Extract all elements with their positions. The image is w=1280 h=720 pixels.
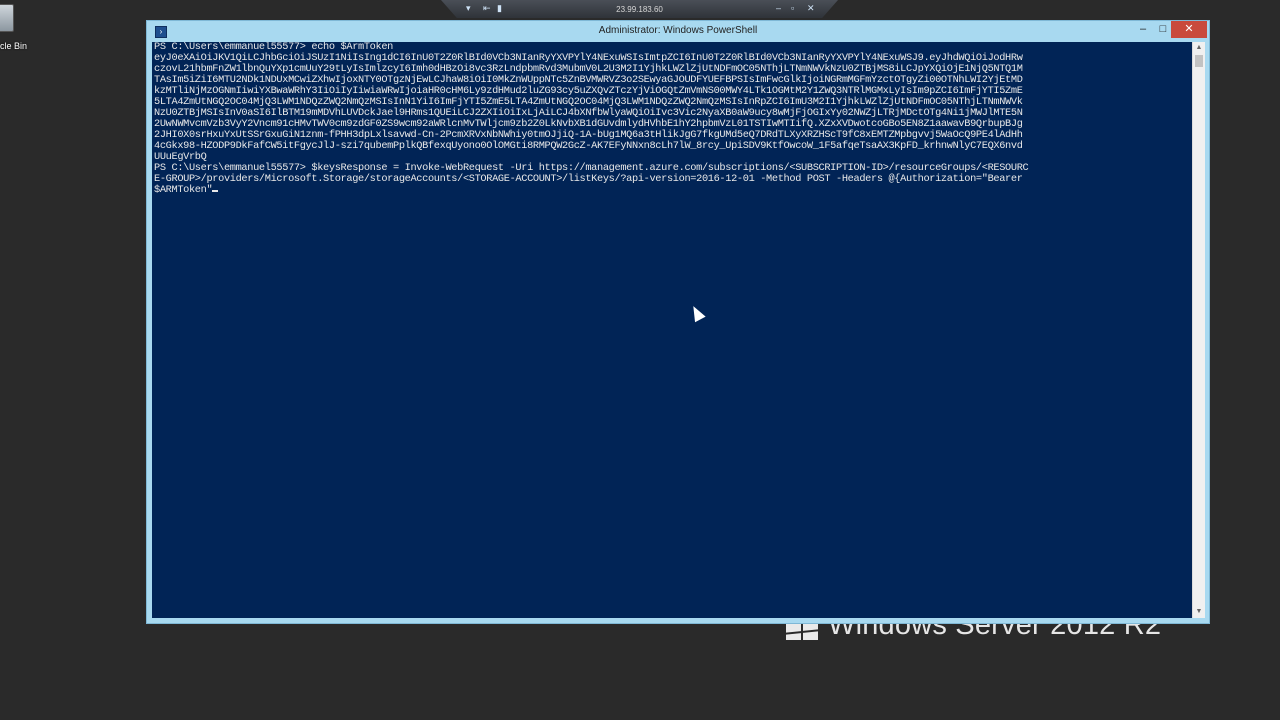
window-titlebar[interactable]: › Administrator: Windows PowerShell – □ … bbox=[147, 21, 1209, 41]
scrollbar-thumb[interactable] bbox=[1195, 55, 1203, 67]
scroll-down-icon[interactable]: ▼ bbox=[1193, 606, 1205, 618]
vertical-scrollbar[interactable]: ▲ ▼ bbox=[1192, 42, 1205, 618]
console-line: E-GROUP>/providers/Microsoft.Storage/sto… bbox=[154, 173, 1023, 185]
window-title: Administrator: Windows PowerShell bbox=[598, 25, 758, 36]
minimize-button[interactable]: – bbox=[1133, 21, 1153, 38]
powershell-window: › Administrator: Windows PowerShell – □ … bbox=[146, 20, 1210, 624]
console-output[interactable]: PS C:\Users\emmanuel55577> echo $ArmToke… bbox=[152, 42, 1192, 618]
close-icon[interactable]: ✕ bbox=[807, 3, 815, 14]
console-line: 4cGkx98-HZODP9DkFafCW5itFgycJlJ-szi7qube… bbox=[154, 140, 1023, 152]
maximize-button[interactable]: □ bbox=[1153, 21, 1173, 38]
console-line: $ARMToken" bbox=[154, 185, 1190, 196]
minimize-icon[interactable]: – bbox=[776, 3, 781, 13]
close-button[interactable]: ✕ bbox=[1171, 21, 1207, 38]
remote-connection-bar: ▾ ⇤ ▮ 23.99.183.60 – ▫ ✕ bbox=[441, 0, 838, 18]
text-cursor bbox=[212, 190, 219, 192]
recycle-bin-icon bbox=[0, 4, 14, 32]
recycle-bin-shortcut[interactable]: cle Bin bbox=[0, 0, 30, 60]
restore-icon[interactable]: ▫ bbox=[791, 3, 794, 13]
scroll-up-icon[interactable]: ▲ bbox=[1193, 42, 1205, 54]
recycle-bin-label: cle Bin bbox=[0, 41, 28, 51]
